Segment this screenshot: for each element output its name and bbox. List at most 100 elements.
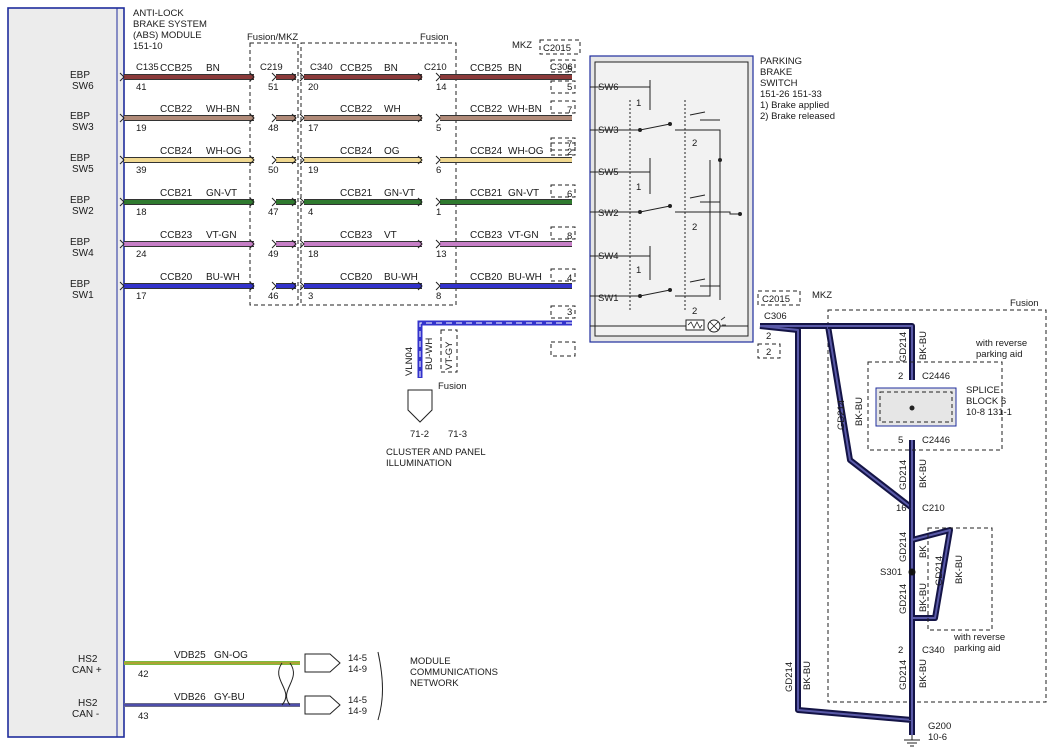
pin-arrow-icon [271, 239, 277, 249]
splice-dot [909, 405, 915, 411]
illumination-label-line: ILLUMINATION [386, 458, 452, 469]
switch-label: SW1 [598, 293, 619, 304]
mkz-label: MKZ [512, 40, 532, 51]
pin-arrow-icon [435, 281, 441, 291]
wire-pin-number: 41 [136, 82, 147, 93]
c2446-top-label: C2446 [922, 371, 950, 382]
s301-label: S301 [880, 567, 902, 578]
wire-rows: CCB25 BN CCB25 BN CCB25 BN41 51 20 145CCB22 WH-BN… [119, 59, 576, 302]
wire-pin-number: 6 [567, 189, 572, 200]
fusion-right-label: Fusion [1010, 298, 1039, 309]
bkbu-label: BK-BU [918, 331, 929, 360]
abs-module-body [7, 7, 125, 738]
wire-circuit-label: CCB23 [470, 230, 503, 241]
network-label-line: NETWORK [410, 678, 459, 689]
wire-circuit-label: CCB24 [470, 146, 503, 157]
bkbu-label: BK-BU [918, 659, 929, 688]
resistor-icon [685, 319, 705, 331]
pin-arrow-icon [435, 239, 441, 249]
wire-color-label: BN [508, 63, 522, 74]
wire-color-label: VT-GN [508, 230, 539, 241]
can-bus: 42 43 VDB25 GN-OG VDB26 GY-BU 14-5 14-9 … [124, 650, 498, 722]
reverse-aid-top-line: with reverse [975, 338, 1027, 349]
wire-circuit-label: CCB23 [340, 230, 373, 241]
bk-label: BK [918, 545, 929, 558]
wire-color-label: VT-GN [206, 230, 237, 241]
illumination-alt-color-label: VT-GY [444, 341, 455, 370]
abs-pin-label: SW2 [72, 206, 94, 217]
c306-right-label: C306 [764, 311, 787, 322]
can-pin: 42 [138, 669, 149, 680]
g200-label: G200 [928, 721, 951, 732]
pin-arrow-icon [435, 155, 441, 165]
reverse-aid-bottom-line: parking aid [954, 643, 1000, 654]
pbs-title-line: 151-26 151-33 [760, 89, 822, 100]
gd214-label: GD214 [898, 332, 909, 362]
gd214-label: GD214 [934, 556, 945, 586]
wire-pin-number: 13 [436, 249, 447, 260]
wire-circuit-label: CCB21 [160, 188, 193, 199]
wire-pin-number: 1 [436, 207, 441, 218]
g200-ref: 10-6 [928, 732, 947, 743]
wiring-diagram: ANTI-LOCK BRAKE SYSTEM (ABS) MODULE 151-… [7, 7, 1047, 747]
wire-pin-number: 20 [308, 82, 319, 93]
wire-pin-number: 5 [436, 123, 441, 134]
pin-arrow-icon [435, 72, 441, 82]
pbs-title-line: 2) Brake released [760, 111, 835, 122]
wire-pin-number: 51 [268, 82, 279, 93]
junction-dot [738, 212, 742, 216]
junction-dot [668, 288, 672, 292]
can-connector-icon [304, 695, 341, 715]
pin-arrow-icon [435, 113, 441, 123]
wire-pin-number: 4 [308, 207, 313, 218]
can-pin: 43 [138, 711, 149, 722]
bkbu-label: BK-BU [802, 661, 813, 690]
wire-circuit-label: CCB22 [160, 104, 193, 115]
c306-pin-label: 7 [567, 139, 572, 150]
wire-pin-number: 17 [136, 291, 147, 302]
can-ref: 14-5 [348, 695, 367, 706]
bkbu-label: BK-BU [954, 555, 965, 584]
illumination-color-label: BU-WH [424, 338, 435, 370]
can-connector-icon [304, 653, 341, 673]
abs-pin-label: EBP [70, 111, 90, 122]
wire-circuit-label: CCB24 [340, 146, 373, 157]
c210-right-pin: 16 [896, 503, 907, 514]
abs-pin-label: EBP [70, 195, 90, 206]
wire-color-label: WH [384, 104, 401, 115]
switch-position-label: 2 [692, 306, 697, 317]
c2015-right-pin: 2 [766, 347, 771, 358]
c340-right-pin: 2 [898, 645, 903, 656]
can-brace [377, 651, 383, 721]
wire-circuit-label: CCB20 [340, 272, 373, 283]
junction-dot [718, 158, 722, 162]
pin-arrow-icon [271, 281, 277, 291]
abs-pin-label: SW3 [72, 122, 94, 133]
wire-color-label: WH-BN [508, 104, 542, 115]
abs-pin-label: EBP [70, 153, 90, 164]
wire-pin-number: 17 [308, 123, 319, 134]
wire-pin-number: 47 [268, 207, 279, 218]
wire-color-label: BU-WH [508, 272, 542, 283]
wire-color-label: WH-OG [206, 146, 242, 157]
illumination-label-line: CLUSTER AND PANEL [386, 447, 486, 458]
abs-pin-label: CAN + [72, 665, 102, 676]
pin-arrow-icon [271, 155, 277, 165]
wire-pin-number: 49 [268, 249, 279, 260]
reverse-aid-top-line: parking aid [976, 349, 1022, 360]
wire-circuit-label: CCB25 [160, 63, 193, 74]
illumination-circuit-label: VLN04 [404, 347, 415, 376]
ground-symbol-icon [904, 735, 920, 747]
wire-pin-number: 46 [268, 291, 279, 302]
gd214-label: GD214 [784, 662, 795, 692]
illumination-wire-stripe [419, 322, 572, 378]
network-label-line: MODULE [410, 656, 451, 667]
junction-dot [638, 128, 642, 132]
illumination-connector-icon [407, 389, 433, 423]
can-color: GN-OG [214, 650, 248, 661]
abs-title-line-3: (ABS) MODULE [133, 30, 202, 41]
junction-dot [668, 122, 672, 126]
wire-color-label: GN-VT [508, 188, 539, 199]
wire-color-label: GN-VT [206, 188, 237, 199]
c2015-label: C2015 [543, 43, 571, 54]
